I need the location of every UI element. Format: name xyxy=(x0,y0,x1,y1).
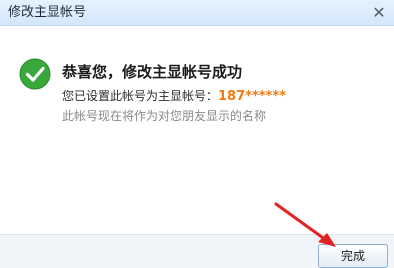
success-check-icon xyxy=(19,58,51,90)
title-bar: 修改主显帐号 ✕ xyxy=(0,0,394,26)
dialog-window: 修改主显帐号 ✕ 恭喜您，修改主显帐号成功 您已设置此帐号为主显帐号：187**… xyxy=(0,0,394,268)
close-icon[interactable]: ✕ xyxy=(370,4,388,22)
account-note: 此帐号现在将作为对您朋友显示的名称 xyxy=(62,109,267,123)
window-title: 修改主显帐号 xyxy=(8,5,87,20)
account-line-label: 您已设置此帐号为主显帐号： xyxy=(62,89,219,103)
success-headline: 恭喜您，修改主显帐号成功 xyxy=(62,63,243,81)
account-line: 您已设置此帐号为主显帐号：187****** xyxy=(62,88,286,105)
masked-account-number: 187****** xyxy=(218,89,286,104)
red-pointer-arrow-icon xyxy=(274,202,336,247)
